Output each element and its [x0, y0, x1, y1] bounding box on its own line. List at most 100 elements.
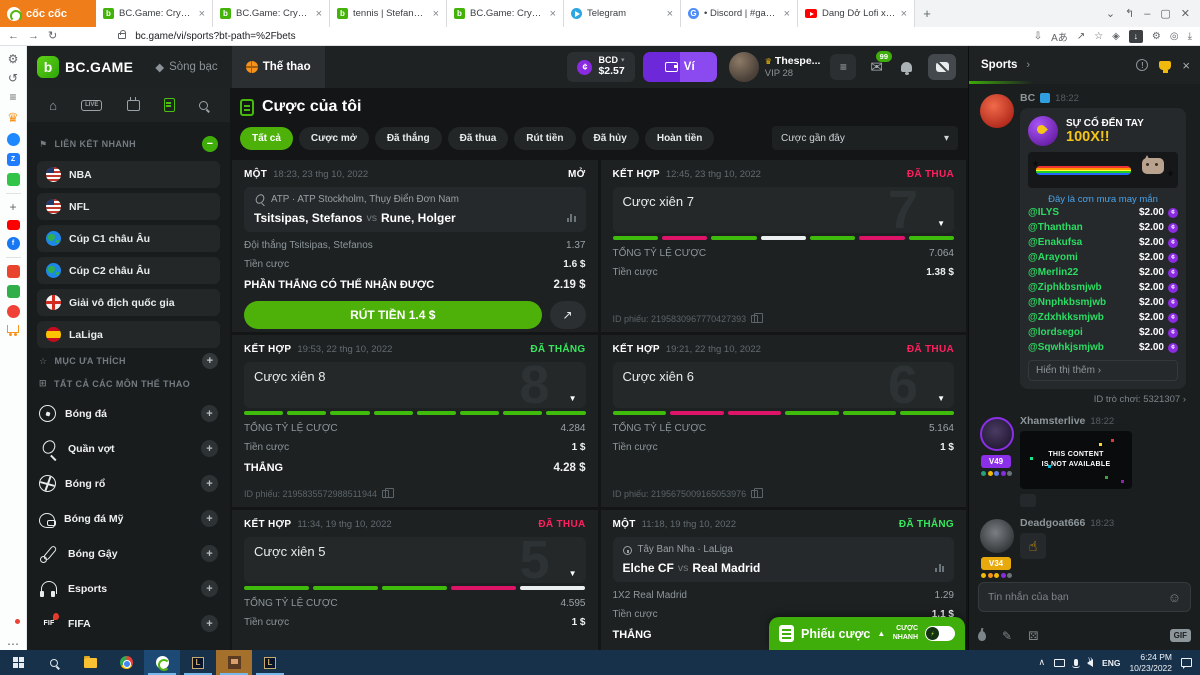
close-button[interactable]: ✕ — [1181, 7, 1190, 20]
header-bell-icon[interactable] — [901, 62, 912, 72]
action-center-icon[interactable] — [1181, 658, 1192, 667]
copy-icon[interactable] — [382, 490, 389, 498]
winner-name[interactable]: @lordsegoi — [1028, 327, 1083, 338]
profile-icon[interactable]: ◎ — [1170, 31, 1179, 42]
chevron-down-icon[interactable]: ▼ — [569, 394, 577, 403]
search-icon[interactable] — [199, 101, 208, 110]
network-icon[interactable] — [1054, 659, 1065, 667]
expand-sport-button[interactable]: + — [201, 475, 218, 492]
chat-username[interactable]: Xhamsterlive — [1020, 415, 1085, 427]
gif-reaction-placeholder[interactable] — [1020, 494, 1036, 507]
game-app[interactable] — [216, 650, 252, 675]
live-icon[interactable]: LIVE — [81, 100, 102, 111]
my-bets-icon[interactable] — [164, 98, 175, 112]
wallet-button[interactable]: Ví — [643, 52, 717, 82]
sport-item-basketball[interactable]: Bóng rổ+ — [37, 468, 220, 499]
expand-sport-button[interactable]: + — [201, 405, 218, 422]
sort-dropdown[interactable]: Cược gần đây▾ — [772, 126, 958, 150]
league-app-2[interactable]: L — [252, 650, 288, 675]
tab-close-icon[interactable]: × — [199, 8, 205, 20]
nav-casino[interactable]: ◆ Sòng bạc — [155, 60, 217, 74]
gif-button[interactable]: GIF — [1170, 629, 1191, 642]
chat-username[interactable]: Deadgoat666 — [1020, 517, 1085, 529]
taskbar-search[interactable] — [36, 650, 72, 675]
combo-box[interactable]: Cược xiên 6 6 ▼ — [613, 362, 955, 408]
winner-name[interactable]: @Ziphkbsmjwb — [1028, 282, 1102, 293]
show-more-button[interactable]: Hiển thị thêm › — [1028, 360, 1178, 381]
reload-icon[interactable]: ↻ — [48, 31, 57, 42]
filter-won[interactable]: Đã thắng — [375, 127, 442, 150]
expand-sport-button[interactable]: + — [201, 510, 218, 527]
tab-close-icon[interactable]: × — [901, 8, 907, 20]
expand-sport-button[interactable]: + — [201, 615, 218, 632]
downloads-icon[interactable]: ↓ — [1129, 30, 1143, 43]
tray-expand-icon[interactable]: ∧ — [1038, 657, 1045, 668]
translate-icon[interactable]: Aあ — [1051, 29, 1068, 44]
recent-tabs-icon[interactable]: ↰ — [1125, 7, 1134, 20]
winner-name[interactable]: @Merlin22 — [1028, 267, 1078, 278]
emoji-picker-icon[interactable]: ☺ — [1168, 590, 1181, 605]
quick-bet-toggle[interactable] — [925, 626, 955, 641]
trophy-icon[interactable] — [1159, 61, 1171, 70]
promo-icon[interactable] — [7, 305, 20, 318]
zalo-icon[interactable]: Z — [7, 153, 20, 166]
back-icon[interactable]: ← — [8, 31, 19, 42]
rain-icon[interactable] — [978, 631, 986, 641]
expand-sport-button[interactable]: + — [201, 545, 218, 562]
betslip-bar[interactable]: Phiếu cược ▲ CƯỢC NHANH — [769, 617, 965, 650]
cart-icon[interactable] — [7, 325, 19, 333]
file-explorer[interactable] — [72, 650, 108, 675]
settings-gear-icon[interactable]: ⚙ — [8, 53, 19, 65]
crown-rewards-icon[interactable]: ♛ — [7, 110, 19, 126]
nav-sports[interactable]: Thế thao — [232, 46, 325, 88]
tab-youtube[interactable]: Dang Dở Lofi x Thời tình× — [798, 0, 915, 27]
sport-item-football[interactable]: Bóng đá+ — [37, 398, 220, 429]
chat-username[interactable]: BC — [1020, 92, 1035, 104]
youtube-icon[interactable] — [7, 220, 20, 230]
share-bet-button[interactable]: ↗ — [550, 301, 586, 329]
tab-close-icon[interactable]: × — [667, 8, 673, 20]
combo-box[interactable]: Cược xiên 7 7 ▼ — [613, 187, 955, 233]
forward-icon[interactable]: → — [28, 31, 39, 42]
sport-item-fifa[interactable]: FIFFIFA+ — [37, 608, 220, 639]
close-chat-icon[interactable]: × — [1182, 59, 1190, 72]
messenger-icon[interactable] — [7, 133, 20, 146]
gift-icon[interactable] — [7, 285, 20, 298]
calendar-icon[interactable] — [127, 100, 140, 111]
filter-cashout[interactable]: Rút tiền — [514, 127, 575, 150]
sport-item-cricket[interactable]: Bóng Gậy+ — [37, 538, 220, 569]
copy-icon[interactable] — [751, 490, 758, 498]
stats-icon[interactable] — [935, 564, 944, 572]
stats-icon[interactable] — [567, 214, 576, 222]
chevron-down-icon[interactable]: ▼ — [569, 569, 577, 578]
more-icon[interactable]: ⋯ — [7, 638, 19, 650]
start-button[interactable] — [0, 650, 36, 675]
tab-tennis[interactable]: btennis | Stefanos Tsitsipa× — [330, 0, 447, 27]
bc-avatar[interactable] — [980, 94, 1014, 128]
tab-bcgame-active[interactable]: bBC.Game: Crypto Casino× — [447, 0, 564, 27]
user-info[interactable]: ♛Thespe... VIP 28 — [765, 55, 821, 79]
gif-message[interactable]: THIS CONTENTIS NOT AVAILABLE — [1020, 431, 1132, 489]
tab-close-icon[interactable]: × — [433, 8, 439, 20]
quick-link-premier-league[interactable]: Giải vô địch quốc gia — [37, 289, 220, 316]
sale-badge-icon[interactable] — [7, 265, 20, 278]
tab-search-icon[interactable]: ⌄ — [1106, 7, 1115, 20]
url-field[interactable]: bc.game/vi/sports?bt-path=%2Fbets — [135, 31, 1025, 42]
collapse-button[interactable]: − — [202, 136, 218, 152]
winner-name[interactable]: @Arayomi — [1028, 252, 1078, 263]
game-id-link[interactable]: ID trò chơi: 5321307 › — [1020, 394, 1186, 405]
filter-refund[interactable]: Hoàn tiền — [645, 127, 715, 150]
user-avatar[interactable] — [980, 519, 1014, 553]
event-box[interactable]: Tây Ban Nha · LaLiga Elche CFvsReal Madr… — [613, 537, 955, 582]
user-avatar[interactable] — [729, 52, 759, 82]
notifications-bell-icon[interactable] — [8, 621, 19, 631]
combo-box[interactable]: Cược xiên 5 5 ▼ — [244, 537, 586, 583]
league-app-1[interactable]: L — [180, 650, 216, 675]
minimize-button[interactable]: – — [1144, 8, 1150, 20]
bcgame-logo[interactable]: b BC.GAME — [37, 56, 133, 78]
chat-tab-sports[interactable]: Sports — [979, 59, 1019, 71]
adblock-shield-icon[interactable]: ◈ — [1112, 31, 1120, 42]
filter-all[interactable]: Tất cả — [240, 127, 293, 150]
combo-box[interactable]: Cược xiên 8 8 ▼ — [244, 362, 586, 408]
copy-icon[interactable] — [751, 315, 758, 323]
